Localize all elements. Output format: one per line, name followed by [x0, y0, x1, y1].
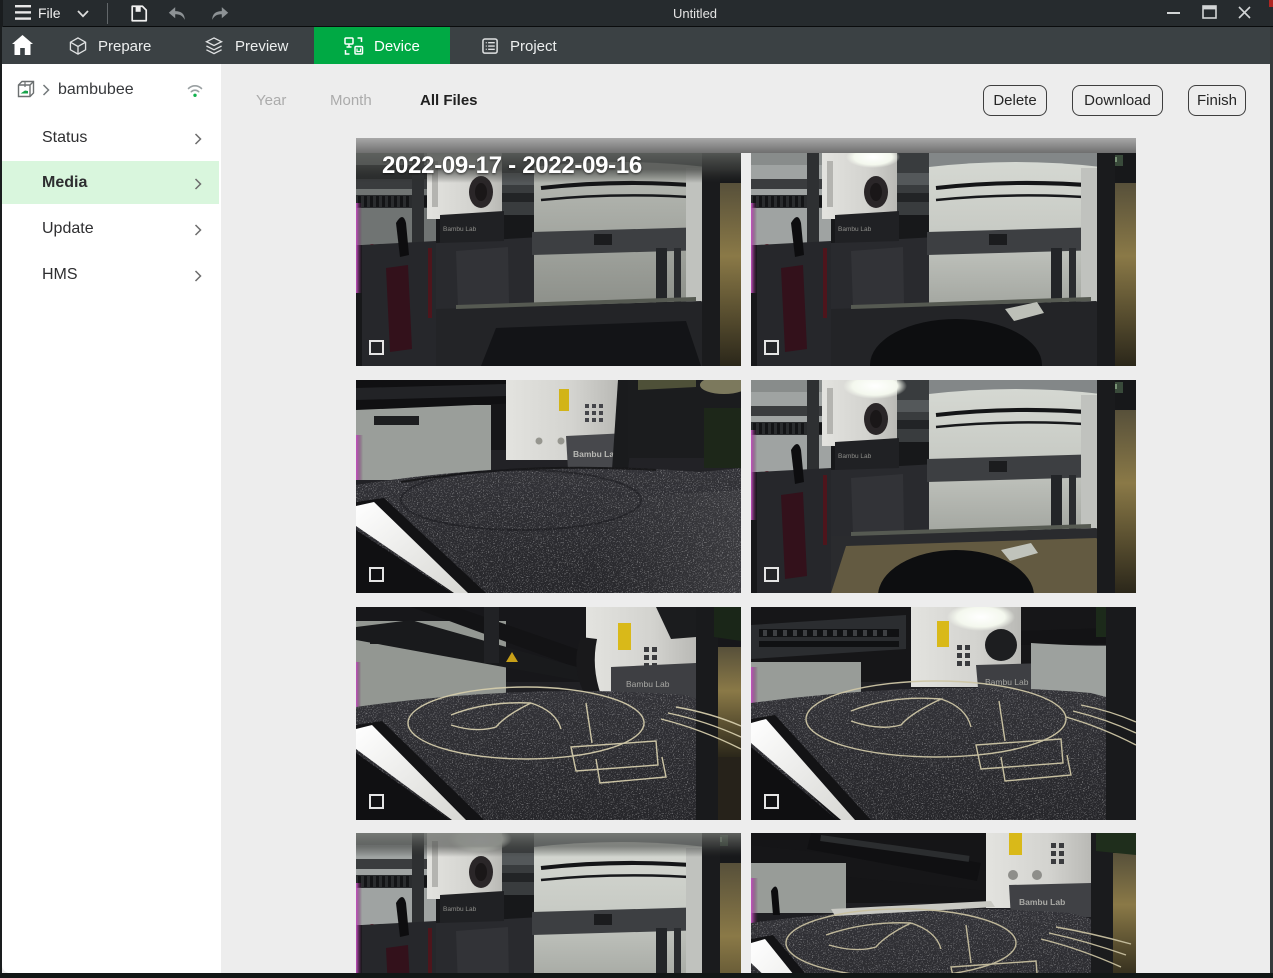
svg-text:Bambu Lab: Bambu Lab: [838, 226, 872, 233]
svg-text:Bambu Lab: Bambu Lab: [985, 677, 1029, 687]
svg-text:Bambu Lab: Bambu Lab: [443, 226, 477, 233]
svg-text:Bambu Lab: Bambu Lab: [626, 679, 670, 689]
svg-text:Bambu Lab: Bambu Lab: [838, 453, 872, 460]
svg-text:Bambu Lab: Bambu Lab: [443, 906, 477, 913]
svg-text:Bambu Lab: Bambu Lab: [1019, 897, 1065, 907]
svg-text:Bambu Lab: Bambu Lab: [573, 449, 619, 459]
